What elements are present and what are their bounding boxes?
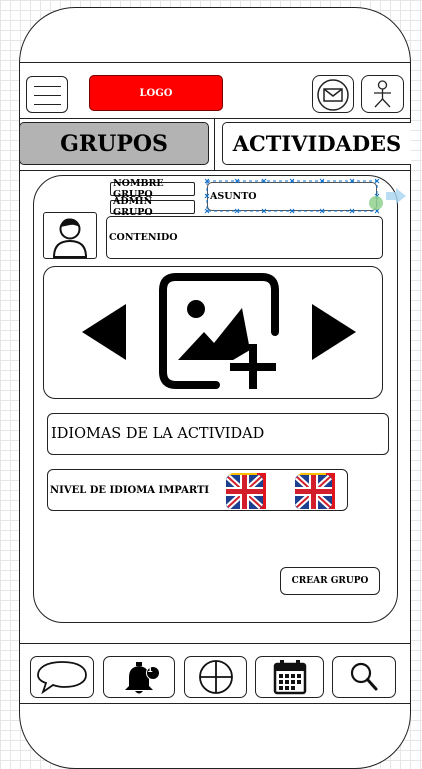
profile-button[interactable] (361, 75, 404, 113)
selection-handles (204, 178, 406, 214)
image-carousel (43, 266, 383, 399)
admin-grupo-field[interactable]: ADMIN GRUPO (110, 196, 195, 218)
idiomas-field[interactable]: IDIOMAS DE LA ACTIVIDAD (47, 413, 389, 455)
group-avatar[interactable] (43, 212, 97, 259)
crosshair-icon (198, 660, 233, 694)
nav-bottom-divider (19, 703, 411, 704)
tab-grupos[interactable]: GRUPOS (19, 122, 209, 165)
header-top-divider (19, 62, 411, 63)
notification-count: 1 (147, 665, 153, 674)
mail-button[interactable] (312, 75, 354, 113)
add-image-icon[interactable] (158, 272, 283, 397)
hamburger-menu-icon[interactable] (26, 76, 68, 113)
envelope-icon (317, 79, 349, 111)
nav-notifications-button[interactable]: 1 (103, 656, 175, 698)
search-icon (350, 662, 378, 691)
nav-calendar-button[interactable] (255, 656, 324, 698)
crear-grupo-button[interactable]: CREAR GRUPO (280, 567, 380, 595)
tab-divider (214, 118, 215, 170)
tab-actividades[interactable]: ACTIVIDADES (222, 122, 411, 165)
nav-search-button[interactable] (332, 656, 396, 698)
user-icon (374, 80, 391, 108)
notification-bell-icon (125, 662, 160, 694)
calendar-icon (273, 660, 306, 695)
nav-chat-button[interactable] (30, 656, 94, 698)
nav-explore-button[interactable] (184, 656, 247, 698)
avatar-icon (52, 218, 88, 258)
uk-spain-flag-icon[interactable] (224, 469, 270, 512)
prev-arrow-icon[interactable] (80, 303, 128, 363)
uk-spain-flag-icon-2[interactable] (293, 469, 339, 512)
chat-bubble-icon (37, 661, 87, 695)
nombre-grupo-field[interactable]: NOMBRE GRUPO (110, 178, 195, 200)
tabs-bottom-divider (19, 170, 411, 171)
header-bottom-divider (19, 118, 411, 119)
logo: LOGO (89, 75, 223, 111)
nav-top-divider (19, 643, 411, 644)
contenido-field[interactable]: CONTENIDO (106, 216, 383, 259)
next-arrow-icon[interactable] (310, 303, 358, 363)
